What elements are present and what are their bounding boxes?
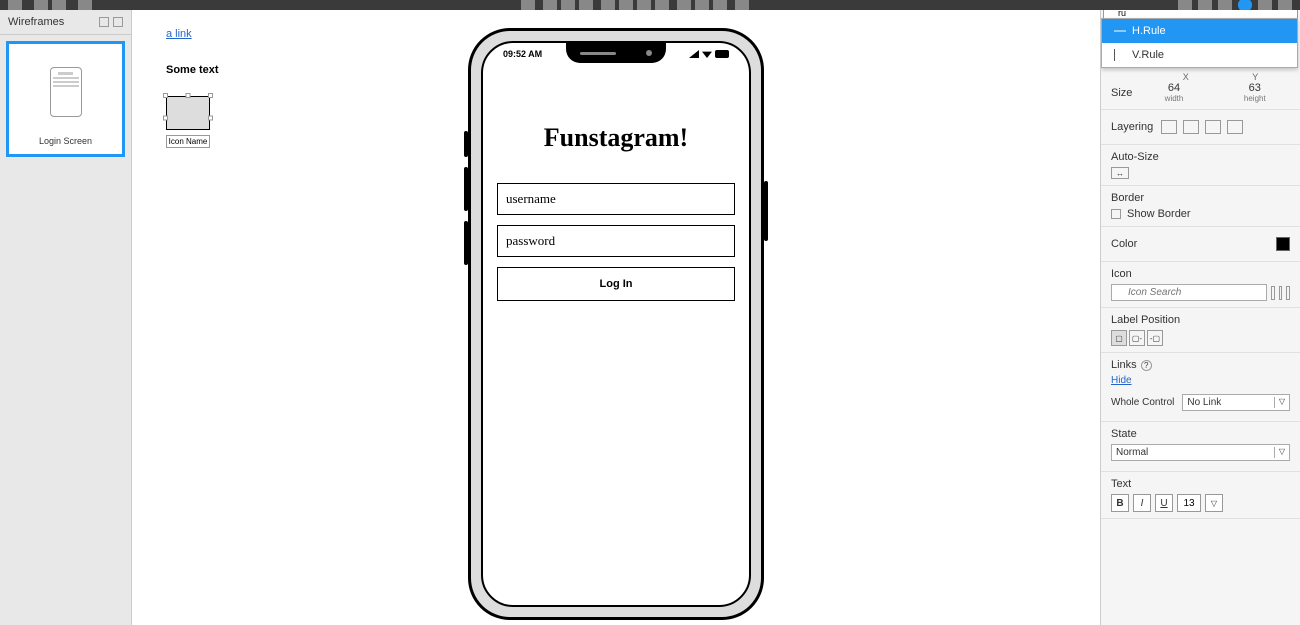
- height-value[interactable]: 63: [1244, 82, 1266, 94]
- app-title[interactable]: Funstagram!: [497, 123, 735, 153]
- label-pos-none[interactable]: -▢: [1147, 330, 1163, 346]
- text-label: Text: [1111, 478, 1131, 490]
- coord-y-label: Y: [1252, 72, 1258, 82]
- sidebar-title: Wireframes: [8, 16, 64, 28]
- border-label: Border: [1111, 192, 1144, 204]
- phone-mockup[interactable]: 09:52 AM Funstagram! username password L…: [468, 28, 764, 620]
- bold-button[interactable]: B: [1111, 494, 1129, 512]
- links-help-icon[interactable]: ?: [1141, 360, 1152, 371]
- label-pos-bottom[interactable]: ▢: [1111, 330, 1127, 346]
- inspector-panel: H.Rule V.Rule X Y Size 64 width: [1100, 10, 1300, 625]
- wireframes-sidebar: Wireframes Login Screen: [0, 10, 132, 625]
- icon-section-label: Icon: [1111, 268, 1132, 280]
- italic-button[interactable]: I: [1133, 494, 1151, 512]
- username-input[interactable]: username: [497, 183, 735, 215]
- icon-widget-selected[interactable]: Icon Name: [166, 96, 210, 140]
- show-border-checkbox[interactable]: [1111, 209, 1121, 219]
- state-label: State: [1111, 428, 1137, 440]
- phone-status-icons: [689, 49, 729, 59]
- text-size-input[interactable]: [1177, 494, 1201, 512]
- chevron-down-icon: ▽: [1274, 447, 1285, 458]
- dropdown-item-hrule[interactable]: H.Rule: [1102, 19, 1297, 43]
- phone-time: 09:52 AM: [503, 49, 542, 59]
- autosize-label: Auto-Size: [1111, 151, 1159, 163]
- element-type-dropdown: H.Rule V.Rule: [1101, 18, 1298, 68]
- wireframe-thumbnail[interactable]: Login Screen: [6, 41, 125, 157]
- underline-button[interactable]: U: [1155, 494, 1173, 512]
- dropdown-item-vrule[interactable]: V.Rule: [1102, 43, 1297, 67]
- battery-icon: [715, 50, 729, 58]
- top-toolbar: [0, 0, 1300, 10]
- canvas-link-element[interactable]: a link: [166, 28, 219, 40]
- signal-icon: [689, 50, 699, 58]
- links-label: Links: [1111, 359, 1137, 371]
- state-select[interactable]: Normal ▽: [1111, 444, 1290, 461]
- layering-label: Layering: [1111, 121, 1153, 133]
- vrule-icon: [1114, 49, 1115, 61]
- hrule-icon: [1114, 31, 1126, 32]
- color-swatch[interactable]: [1276, 237, 1290, 251]
- thumbnail-preview: [50, 67, 82, 117]
- sidebar-menu-icon[interactable]: [113, 17, 123, 27]
- hide-link[interactable]: Hide: [1111, 375, 1132, 386]
- chevron-down-icon: ▽: [1274, 397, 1285, 408]
- label-position-label: Label Position: [1111, 314, 1180, 326]
- icon-clear-btn[interactable]: [1286, 286, 1290, 300]
- send-back-icon[interactable]: [1227, 120, 1243, 134]
- bring-forward-icon[interactable]: [1161, 120, 1177, 134]
- wifi-icon: [702, 50, 712, 58]
- thumbnail-label: Login Screen: [17, 136, 114, 146]
- whole-control-label: Whole Control: [1111, 397, 1174, 408]
- label-pos-right[interactable]: ▢-: [1129, 330, 1145, 346]
- icon-widget-label[interactable]: Icon Name: [166, 135, 210, 148]
- show-border-label: Show Border: [1127, 208, 1191, 220]
- canvas[interactable]: a link Some text Icon Name: [132, 10, 1100, 625]
- icon-search-input[interactable]: [1111, 284, 1267, 301]
- coord-x-label: X: [1183, 72, 1189, 82]
- icon-rotate-btn[interactable]: [1279, 286, 1283, 300]
- bring-front-icon[interactable]: [1205, 120, 1221, 134]
- width-value[interactable]: 64: [1165, 82, 1184, 94]
- login-button[interactable]: Log In: [497, 267, 735, 301]
- color-label: Color: [1111, 238, 1137, 250]
- text-size-dropdown[interactable]: ▽: [1205, 494, 1223, 512]
- whole-control-select[interactable]: No Link ▽: [1182, 394, 1290, 411]
- size-label: Size: [1111, 87, 1132, 99]
- autosize-toggle[interactable]: ↔: [1111, 167, 1129, 179]
- sidebar-view-icon[interactable]: [99, 17, 109, 27]
- send-backward-icon[interactable]: [1183, 120, 1199, 134]
- password-input[interactable]: password: [497, 225, 735, 257]
- canvas-text-element[interactable]: Some text: [166, 64, 219, 76]
- icon-size-btn[interactable]: [1271, 286, 1275, 300]
